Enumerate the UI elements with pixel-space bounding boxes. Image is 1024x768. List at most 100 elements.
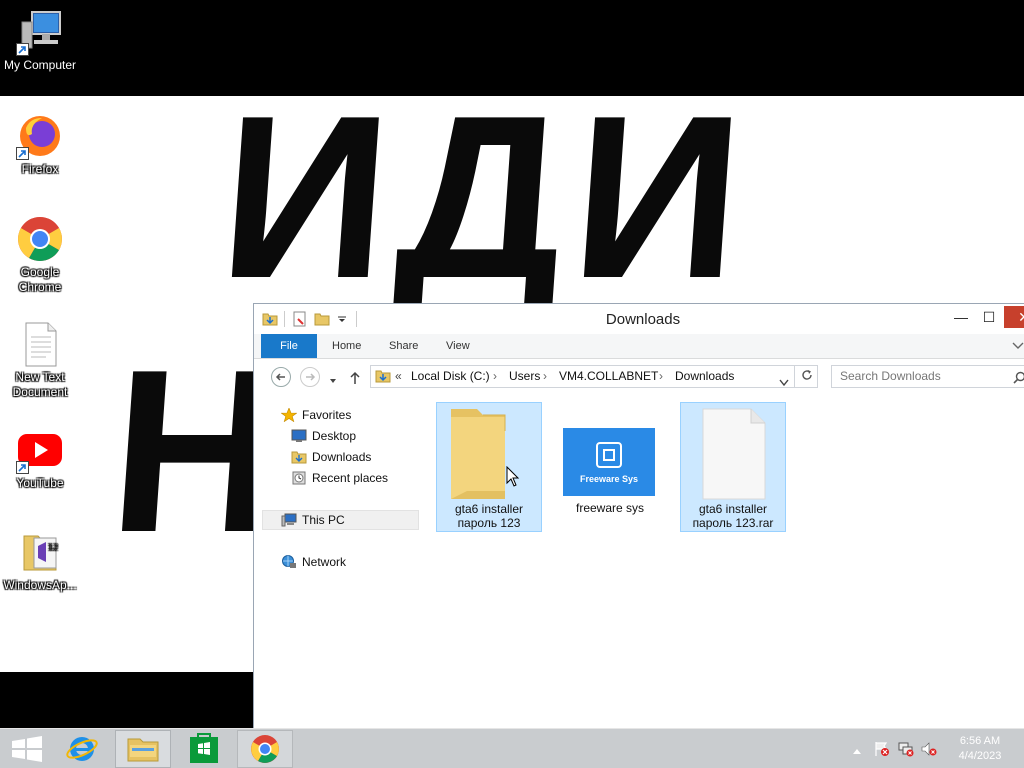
desktop-icon bbox=[291, 429, 307, 443]
start-button[interactable] bbox=[0, 730, 56, 768]
desktop-icon-my-computer[interactable]: My Computer bbox=[0, 8, 80, 73]
internet-explorer-icon bbox=[66, 737, 98, 761]
file-item-rar[interactable]: gta6 installer пароль 123.rar bbox=[680, 402, 786, 532]
breadcrumb-separator[interactable]: › bbox=[543, 366, 547, 387]
nav-downloads-label: Downloads bbox=[312, 450, 372, 464]
nav-recent-places-label: Recent places bbox=[312, 471, 389, 485]
search-icon[interactable] bbox=[1013, 370, 1024, 391]
folder-icon bbox=[437, 403, 541, 503]
forward-button[interactable] bbox=[300, 367, 320, 387]
file-name-line1: gta6 installer bbox=[698, 502, 768, 516]
desktop-icon-google-chrome[interactable]: Google Chrome bbox=[0, 215, 80, 295]
file-item-freeware-sys[interactable]: Freeware Sys freeware sys bbox=[557, 402, 663, 532]
star-icon bbox=[280, 407, 298, 423]
maximize-button[interactable]: ☐ bbox=[976, 306, 1002, 328]
desktop-icon-label: WindowsAp... bbox=[3, 578, 77, 592]
address-row: « Local Disk (C:) › Users › VM4.COLLABNE… bbox=[254, 360, 1024, 394]
expand-ribbon-icon[interactable] bbox=[1012, 340, 1024, 354]
breadcrumb-overflow[interactable]: « bbox=[395, 366, 402, 387]
taskbar: 6:56 AM 4/4/2023 bbox=[0, 728, 1024, 768]
back-button[interactable] bbox=[271, 367, 291, 387]
desktop-icon-label: Firefox bbox=[21, 162, 59, 176]
tab-share[interactable]: Share bbox=[377, 334, 430, 358]
tab-file[interactable]: File bbox=[261, 334, 317, 358]
windows-logo-icon bbox=[12, 736, 42, 762]
taskbar-store[interactable] bbox=[176, 730, 232, 768]
breadcrumb-local-disk[interactable]: Local Disk (C:) bbox=[411, 366, 490, 387]
taskbar-internet-explorer[interactable] bbox=[54, 730, 110, 768]
breadcrumb-vm4-collabnet[interactable]: VM4.COLLABNET bbox=[559, 366, 658, 387]
clock-time: 6:56 AM bbox=[959, 735, 1001, 747]
freeware-logo-icon bbox=[596, 442, 622, 468]
desktop-icon-firefox[interactable]: Firefox bbox=[0, 112, 80, 177]
desktop-icon-label: Google Chrome bbox=[18, 265, 62, 294]
wallpaper-text-line1: ИДИ bbox=[212, 96, 760, 327]
desktop-icon-label: New Text Document bbox=[12, 370, 68, 399]
nav-desktop-label: Desktop bbox=[312, 429, 357, 443]
archive-icon: 12 bbox=[16, 528, 64, 576]
chrome-icon bbox=[251, 735, 279, 763]
title-bar[interactable]: Downloads — ☐ ✕ bbox=[254, 304, 1024, 334]
desktop-icon-label: My Computer bbox=[3, 58, 77, 72]
minimize-button[interactable]: — bbox=[948, 306, 974, 328]
firefox-icon bbox=[16, 112, 64, 160]
breadcrumb-users[interactable]: Users bbox=[509, 366, 540, 387]
desktop-icon-youtube[interactable]: YouTube bbox=[0, 426, 80, 491]
downloads-folder-icon bbox=[291, 450, 307, 464]
refresh-button[interactable] bbox=[794, 365, 818, 388]
search-input[interactable]: Search Downloads bbox=[831, 365, 1024, 388]
recent-places-icon bbox=[291, 471, 307, 485]
file-item-folder[interactable]: gta6 installer пароль 123 bbox=[436, 402, 542, 532]
file-name: gta6 installer пароль 123 bbox=[437, 502, 541, 530]
network-status-icon[interactable] bbox=[898, 741, 914, 760]
file-list: gta6 installer пароль 123 Freeware Sys f… bbox=[426, 396, 1024, 732]
nav-this-pc-label: This PC bbox=[302, 513, 345, 527]
breadcrumb-separator[interactable]: › bbox=[493, 366, 497, 387]
ribbon-tabs: File Home Share View bbox=[254, 334, 1024, 359]
computer-icon bbox=[281, 513, 297, 527]
refresh-icon bbox=[801, 370, 812, 380]
up-button[interactable] bbox=[349, 371, 361, 388]
tab-home[interactable]: Home bbox=[320, 334, 373, 358]
network-icon bbox=[281, 555, 297, 569]
forward-arrow-icon bbox=[306, 373, 316, 381]
show-hidden-icons-button[interactable] bbox=[852, 744, 862, 758]
volume-muted-icon[interactable] bbox=[921, 741, 937, 760]
file-name-line1: freeware sys bbox=[575, 501, 645, 515]
image-thumbnail: Freeware Sys bbox=[557, 402, 663, 502]
breadcrumb-separator[interactable]: › bbox=[659, 366, 663, 387]
action-center-flag-icon[interactable] bbox=[874, 741, 890, 760]
address-bar[interactable]: « Local Disk (C:) › Users › VM4.COLLABNE… bbox=[370, 365, 818, 388]
nav-favorites-label: Favorites bbox=[302, 408, 352, 422]
file-explorer-window[interactable]: Downloads — ☐ ✕ File Home Share View « L… bbox=[253, 303, 1024, 733]
address-dropdown-icon[interactable] bbox=[779, 373, 789, 387]
shortcut-arrow-icon bbox=[16, 461, 29, 474]
desktop-icon-windowsap[interactable]: 12 WindowsAp... bbox=[0, 528, 80, 593]
clock-date: 4/4/2023 bbox=[958, 750, 1002, 762]
file-name-line1: gta6 installer bbox=[454, 502, 524, 516]
recent-locations-dropdown[interactable] bbox=[328, 374, 338, 388]
up-arrow-icon bbox=[350, 371, 360, 384]
desktop-icon-new-text-document[interactable]: New Text Document bbox=[0, 320, 80, 400]
taskbar-file-explorer[interactable] bbox=[115, 730, 171, 768]
system-clock[interactable]: 6:56 AM 4/4/2023 bbox=[940, 734, 1020, 764]
svg-text:12: 12 bbox=[48, 543, 58, 552]
file-name: gta6 installer пароль 123.rar bbox=[681, 502, 785, 530]
shortcut-arrow-icon bbox=[16, 43, 29, 56]
file-name-line2: пароль 123.rar bbox=[692, 516, 774, 530]
window-title: Downloads bbox=[605, 311, 681, 328]
breadcrumb-downloads[interactable]: Downloads bbox=[675, 366, 734, 387]
tab-view[interactable]: View bbox=[434, 334, 482, 358]
taskbar-chrome[interactable] bbox=[237, 730, 293, 768]
mouse-cursor-icon bbox=[506, 465, 520, 491]
back-arrow-icon bbox=[275, 373, 285, 381]
shortcut-arrow-icon bbox=[16, 147, 29, 160]
text-document-icon bbox=[16, 320, 64, 368]
blank-file-icon bbox=[681, 403, 785, 503]
close-button[interactable]: ✕ bbox=[1004, 306, 1024, 328]
nav-network-label: Network bbox=[302, 555, 347, 569]
computer-icon bbox=[16, 8, 64, 56]
desktop-icon-label: YouTube bbox=[16, 476, 64, 490]
thumb-caption: Freeware Sys bbox=[579, 474, 639, 484]
file-name: freeware sys bbox=[557, 501, 663, 515]
